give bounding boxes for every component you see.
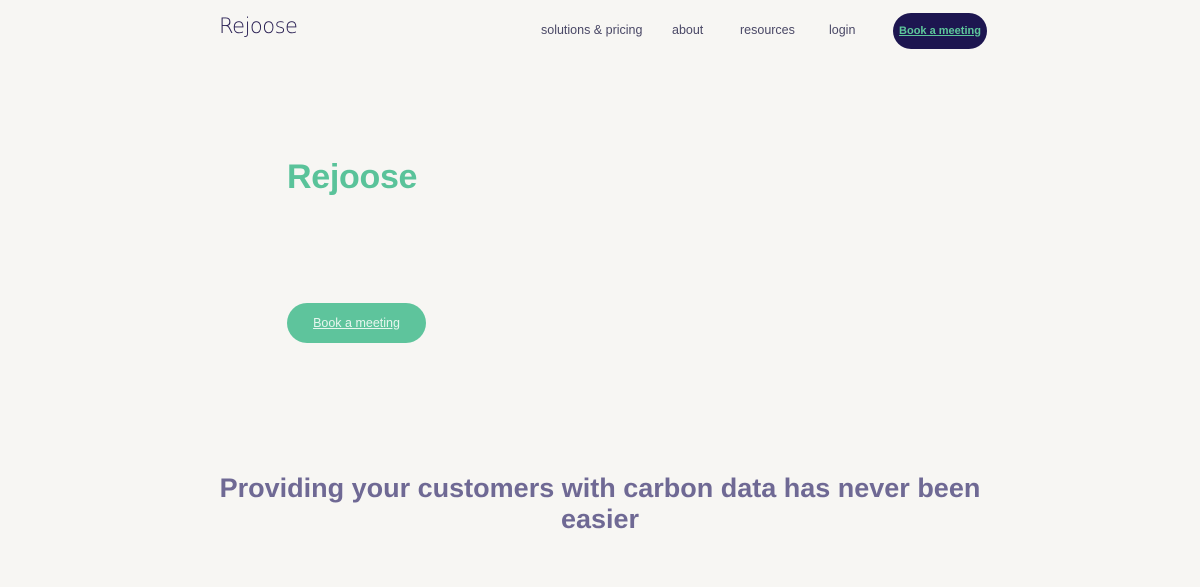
nav-link-login[interactable]: login: [829, 23, 855, 37]
page: Rejoose solutions & pricing about resour…: [0, 0, 1200, 587]
nav-link-about[interactable]: about: [672, 23, 703, 37]
book-meeting-hero-button[interactable]: Book a meeting: [287, 303, 426, 343]
section-heading: Providing your customers with carbon dat…: [219, 473, 981, 534]
hero-title: Rejoose: [287, 158, 418, 196]
nav-link-solutions-pricing[interactable]: solutions & pricing: [541, 23, 642, 37]
logo[interactable]: Rejoose: [219, 14, 298, 38]
book-meeting-header-button[interactable]: Book a meeting: [893, 13, 987, 49]
nav-link-resources[interactable]: resources: [740, 23, 795, 37]
